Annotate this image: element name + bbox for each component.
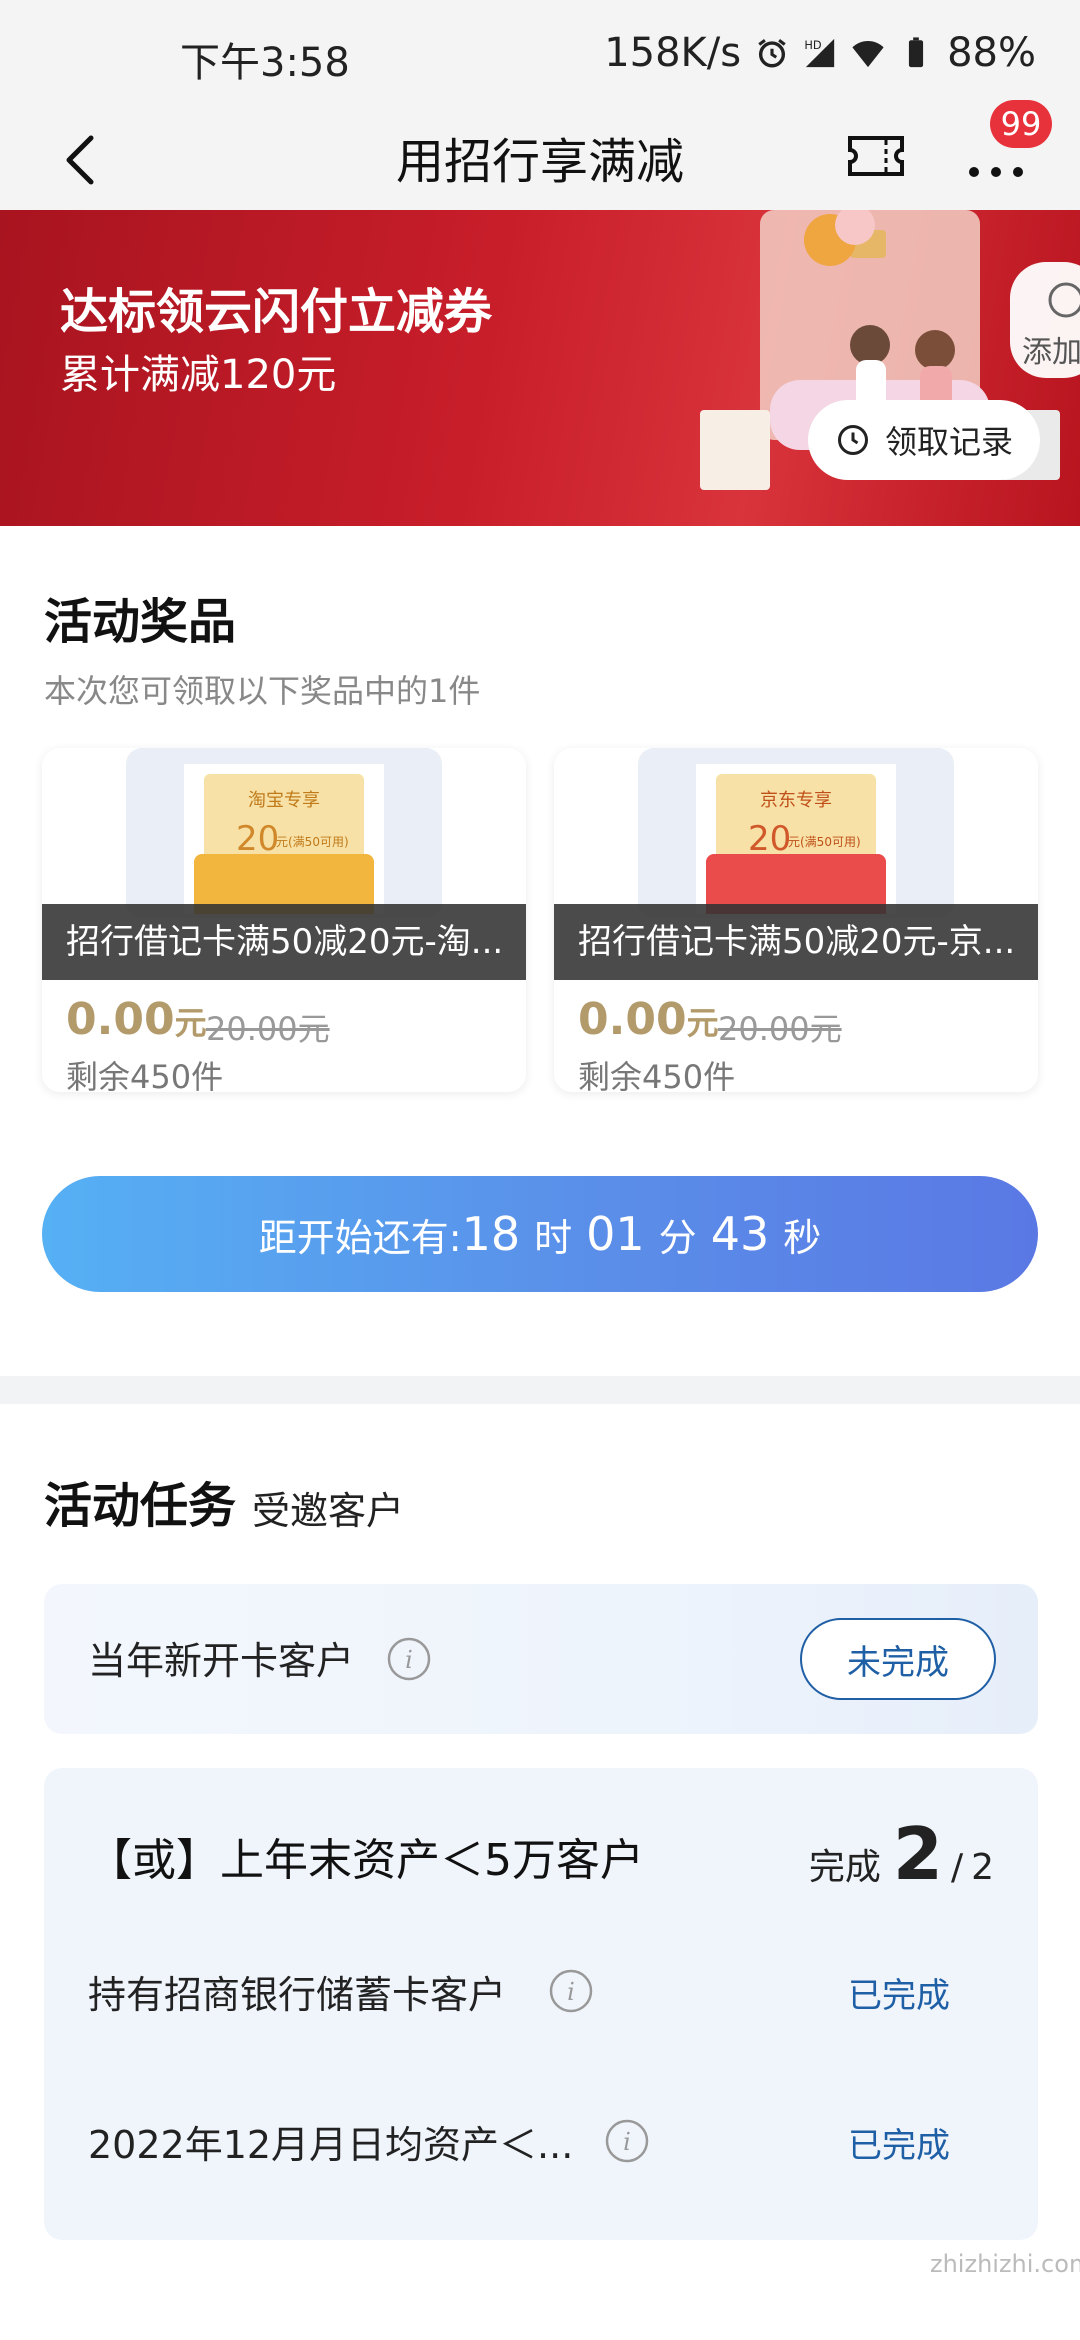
nav-bar: 用招行享满减 [0,110,1080,210]
prize-card[interactable]: 淘宝专享 20 元(满50可用) 招行借记卡满50减20元-淘... 0.00元… [42,748,526,1092]
progress-separator: / [950,1847,964,1888]
prize-section-title: 活动奖品 [44,594,237,650]
wifi-icon [852,40,884,68]
prize-section: 活动奖品 本次您可领取以下奖品中的1件 淘宝专享 20 元(满50可用) 招行借… [0,526,1080,1376]
promo-banner[interactable]: 达标领云闪付立减券 累计满减120元 领取记录 [0,210,1080,526]
coupon-illustration: 淘宝专享 20 元(满50可用) [184,764,384,914]
prize-remaining: 剩余450件 [66,1058,224,1092]
add-floating-tag[interactable]: 添加 [1010,262,1080,378]
countdown-hours-unit: 时 [534,1215,573,1260]
prize-price: 0.00元 [66,994,207,1045]
add-tag-label: 添加 [1022,335,1080,370]
coupon-amount: 20 [236,819,279,859]
coupon-amount: 20 [748,819,791,859]
progress-done: 2 [892,1812,943,1896]
price-value: 0.00 [66,994,175,1045]
prize-original-price: 20.00元 [718,1010,842,1048]
condition-name: 持有招商银行储蓄卡客户 [88,1973,507,2017]
or-group-progress: 完成 2 / 2 [809,1812,994,1896]
alarm-icon [758,39,786,68]
progress-total: 2 [971,1847,994,1888]
banner-subtitle: 累计满减120元 [60,352,337,398]
info-icon[interactable]: i [604,2118,650,2164]
net-speed: 158K/s [604,30,742,76]
record-button-label: 领取记录 [884,423,1013,461]
price-unit: 元 [686,1004,719,1042]
battery-icon [909,37,924,68]
condition-name: 2022年12月月日均资产＜... [88,2123,574,2167]
page-title: 用招行享满减 [395,134,684,190]
countdown-seconds-unit: 秒 [783,1215,822,1260]
ticket-icon[interactable] [846,132,906,180]
or-group-title: 【或】上年末资产＜5万客户 [88,1835,644,1886]
task-section-subtitle: 受邀客户 [252,1489,405,1533]
battery-level: 88% [947,30,1036,76]
countdown-minutes: 01 [586,1207,645,1261]
svg-text:HD: HD [805,38,823,52]
price-value: 0.00 [578,994,687,1045]
coupon-tag: 京东专享 [760,790,832,811]
countdown-hours: 18 [461,1207,521,1261]
prize-image: 淘宝专享 20 元(满50可用) [126,748,442,918]
task-name: 当年新开卡客户 [88,1639,355,1683]
history-icon [837,425,868,455]
coupon-condition: 元(满50可用) [788,835,861,849]
prize-image: 京东专享 20 元(满50可用) [638,748,954,918]
banner-title: 达标领云闪付立减券 [60,284,493,340]
coupon-tag: 淘宝专享 [248,790,320,811]
condition-status: 已完成 [848,2126,950,2166]
task-item: 当年新开卡客户 i 未完成 [44,1584,1038,1734]
prize-original-price: 20.00元 [206,1010,330,1048]
watermark: zhizhizhi.com [930,2250,1080,2278]
prize-remaining: 剩余450件 [578,1058,736,1092]
status-time: 下午3:58 [180,40,350,86]
info-icon[interactable]: i [548,1968,594,2014]
coupon-condition: 元(满50可用) [276,835,349,849]
countdown-minutes-unit: 分 [658,1215,697,1260]
record-button[interactable]: 领取记录 [808,400,1040,480]
prize-label: 招行借记卡满50减20元-京... [554,904,1038,980]
notification-badge: 99 [990,100,1052,148]
prize-card[interactable]: 京东专享 20 元(满50可用) 招行借记卡满50减20元-京... 0.00元… [554,748,1038,1092]
task-section: 活动任务 受邀客户 当年新开卡客户 i 未完成 【或】上年末资产＜5万客户 完成… [0,1404,1080,2340]
condition-status: 已完成 [848,1976,950,2016]
info-icon[interactable]: i [386,1636,432,1682]
coupon-illustration: 京东专享 20 元(满50可用) [696,764,896,914]
countdown-button[interactable]: 距开始还有: 18 时 01 分 43 秒 [42,1176,1038,1292]
countdown-seconds: 43 [710,1207,770,1261]
status-bar: 下午3:58 158K/s HD 88% [0,0,1080,110]
svg-text:i: i [623,2128,631,2156]
or-task-group: 【或】上年末资产＜5万客户 完成 2 / 2 持有招商银行储蓄卡客户 i 已完成… [44,1768,1038,2240]
task-section-title: 活动任务 [44,1478,237,1534]
progress-label: 完成 [808,1847,881,1888]
prize-label: 招行借记卡满50减20元-淘... [42,904,526,980]
countdown-prefix: 距开始还有: [258,1215,462,1260]
prize-section-description: 本次您可领取以下奖品中的1件 [44,672,481,710]
hd-signal-icon: HD [805,38,835,68]
svg-text:i: i [405,1646,413,1674]
status-icons: 158K/s HD 88% [604,30,1036,76]
svg-text:i: i [567,1978,575,2006]
task-status-button[interactable]: 未完成 [800,1618,996,1700]
price-unit: 元 [174,1004,207,1042]
prize-price: 0.00元 [578,994,719,1045]
